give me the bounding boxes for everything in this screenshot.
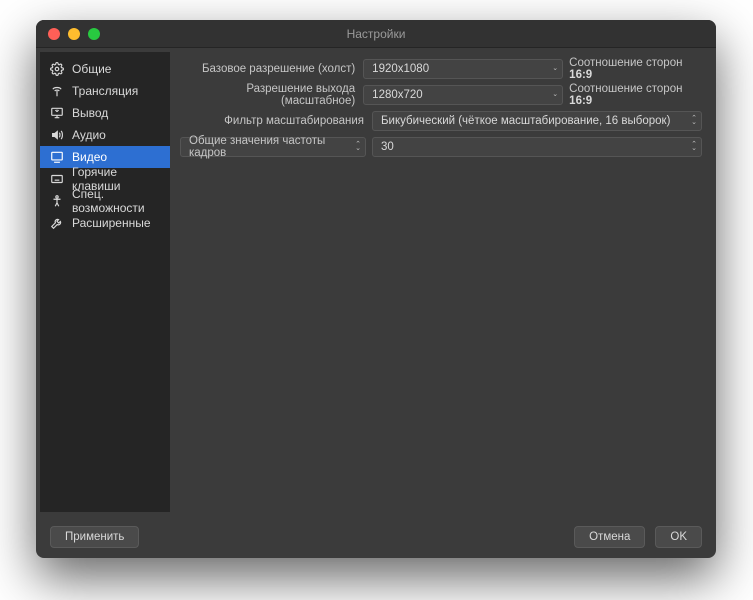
maximize-icon[interactable] xyxy=(88,28,100,40)
sidebar: Общие Трансляция Вывод Аудио xyxy=(40,52,170,512)
monitor-icon xyxy=(50,150,64,164)
base-aspect-text: Соотношение сторон 16:9 xyxy=(569,57,702,81)
sidebar-item-general[interactable]: Общие xyxy=(40,58,170,80)
chevron-updown-icon: ⌃⌄ xyxy=(691,143,697,151)
base-resolution-label: Базовое разрешение (холст) xyxy=(180,63,357,75)
apply-button[interactable]: Применить xyxy=(50,526,139,548)
window-controls xyxy=(36,28,100,40)
fps-mode-label: Общие значения частоты кадров xyxy=(189,135,345,159)
sidebar-item-label: Спец. возможности xyxy=(72,187,160,215)
fps-mode-spin[interactable]: Общие значения частоты кадров ⌃⌄ xyxy=(180,137,366,157)
output-resolution-combo[interactable]: 1280x720 ⌄ xyxy=(363,85,563,105)
keyboard-icon xyxy=(50,172,64,186)
filter-combo[interactable]: Бикубический (чёткое масштабирование, 16… xyxy=(372,111,702,131)
fps-value: 30 xyxy=(381,141,394,153)
sidebar-item-output[interactable]: Вывод xyxy=(40,102,170,124)
row-base-resolution: Базовое разрешение (холст) 1920x1080 ⌄ С… xyxy=(180,58,702,80)
titlebar: Настройки xyxy=(36,20,716,48)
output-icon xyxy=(50,106,64,120)
sidebar-item-advanced[interactable]: Расширенные xyxy=(40,212,170,234)
chevron-down-icon: ⌄ xyxy=(552,93,558,97)
chevron-updown-icon: ⌃⌄ xyxy=(691,117,697,125)
close-icon[interactable] xyxy=(48,28,60,40)
chevron-down-icon: ⌄ xyxy=(552,67,558,71)
base-resolution-value: 1920x1080 xyxy=(372,63,429,75)
accessibility-icon xyxy=(50,194,64,208)
cancel-button[interactable]: Отмена xyxy=(574,526,645,548)
sidebar-item-accessibility[interactable]: Спец. возможности xyxy=(40,190,170,212)
minimize-icon[interactable] xyxy=(68,28,80,40)
row-output-resolution: Разрешение выхода (масштабное) 1280x720 … xyxy=(180,84,702,106)
window-body: Общие Трансляция Вывод Аудио xyxy=(36,48,716,516)
base-resolution-combo[interactable]: 1920x1080 ⌄ xyxy=(363,59,563,79)
sidebar-item-audio[interactable]: Аудио xyxy=(40,124,170,146)
sidebar-item-label: Общие xyxy=(72,62,111,76)
ok-button[interactable]: OK xyxy=(655,526,702,548)
footer: Применить Отмена OK xyxy=(36,516,716,558)
sidebar-item-label: Расширенные xyxy=(72,216,151,230)
tools-icon xyxy=(50,216,64,230)
window-title: Настройки xyxy=(36,27,716,41)
antenna-icon xyxy=(50,84,64,98)
gear-icon xyxy=(50,62,64,76)
sidebar-item-label: Вывод xyxy=(72,106,108,120)
sidebar-item-label: Трансляция xyxy=(72,84,138,98)
row-scaling-filter: Фильтр масштабирования Бикубический (чёт… xyxy=(180,110,702,132)
sidebar-item-label: Аудио xyxy=(72,128,106,142)
main-panel: Базовое разрешение (холст) 1920x1080 ⌄ С… xyxy=(170,48,716,516)
output-resolution-value: 1280x720 xyxy=(372,89,423,101)
filter-label: Фильтр масштабирования xyxy=(180,115,366,127)
output-resolution-label: Разрешение выхода (масштабное) xyxy=(180,83,357,107)
filter-value: Бикубический (чёткое масштабирование, 16… xyxy=(381,115,670,127)
fps-value-combo[interactable]: 30 ⌃⌄ xyxy=(372,137,702,157)
row-fps: Общие значения частоты кадров ⌃⌄ 30 ⌃⌄ xyxy=(180,136,702,158)
speaker-icon xyxy=(50,128,64,142)
output-aspect-text: Соотношение сторон 16:9 xyxy=(569,83,702,107)
sidebar-item-label: Видео xyxy=(72,150,107,164)
chevron-updown-icon: ⌃⌄ xyxy=(355,143,361,151)
settings-window: Настройки Общие Трансляция Вывод xyxy=(36,20,716,558)
sidebar-item-stream[interactable]: Трансляция xyxy=(40,80,170,102)
